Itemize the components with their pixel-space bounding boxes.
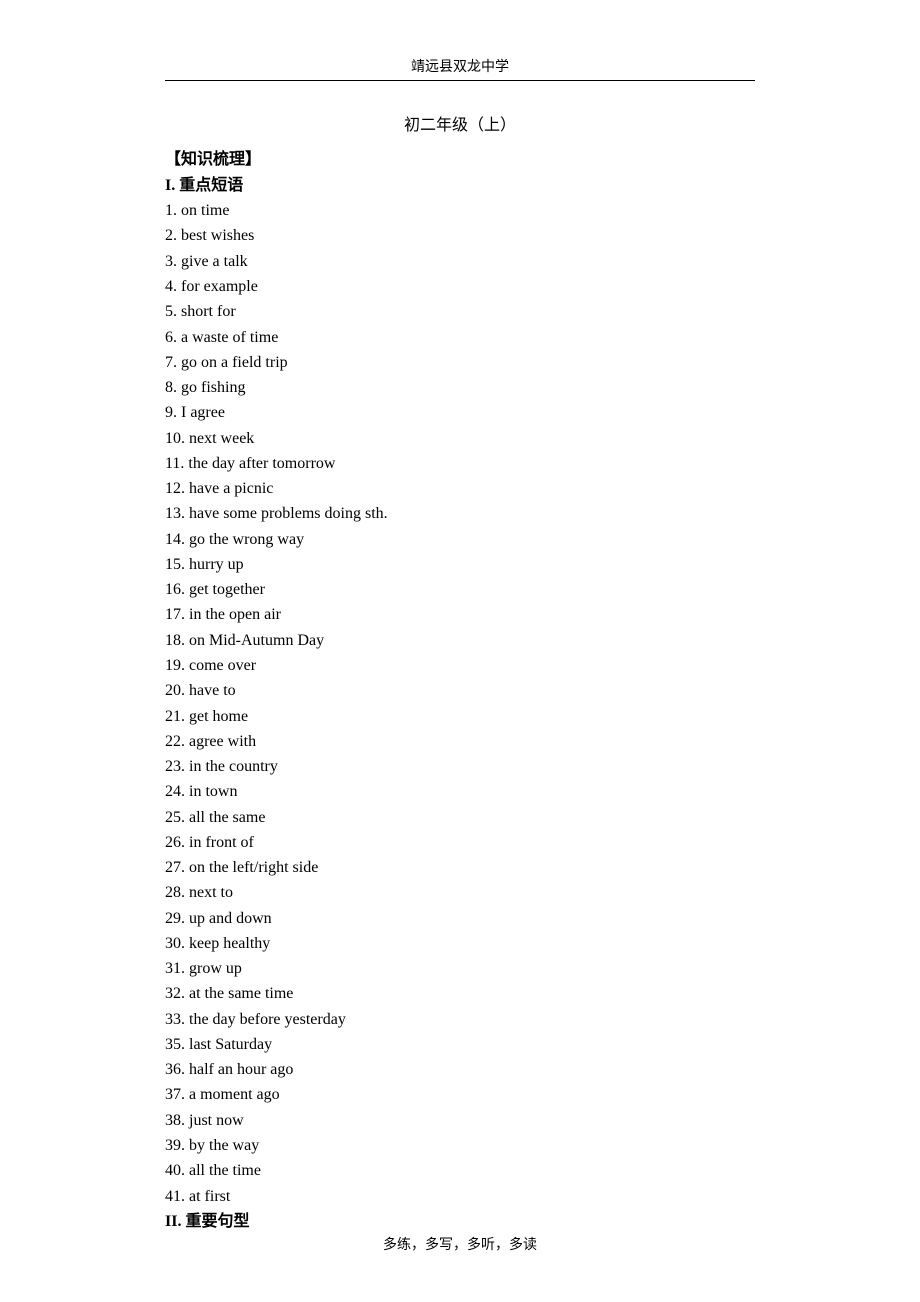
- list-item: 2. best wishes: [165, 223, 755, 248]
- list-item: 26. in front of: [165, 830, 755, 855]
- list-item: 18. on Mid-Autumn Day: [165, 628, 755, 653]
- document-page: 靖远县双龙中学 初二年级（上） 【知识梳理】 I. 重点短语 1. on tim…: [0, 0, 920, 1302]
- list-item: 40. all the time: [165, 1158, 755, 1183]
- list-item: 27. on the left/right side: [165, 855, 755, 880]
- list-item: 4. for example: [165, 274, 755, 299]
- list-item: 3. give a talk: [165, 249, 755, 274]
- list-item: 25. all the same: [165, 805, 755, 830]
- subheading-phrases: I. 重点短语: [165, 173, 755, 199]
- list-item: 1. on time: [165, 198, 755, 223]
- list-item: 24. in town: [165, 779, 755, 804]
- list-item: 8. go fishing: [165, 375, 755, 400]
- list-item: 14. go the wrong way: [165, 527, 755, 552]
- list-item: 7. go on a field trip: [165, 350, 755, 375]
- list-item: 29. up and down: [165, 906, 755, 931]
- list-item: 10. next week: [165, 426, 755, 451]
- list-item: 32. at the same time: [165, 981, 755, 1006]
- content-area: 初二年级（上） 【知识梳理】 I. 重点短语 1. on time 2. bes…: [165, 81, 755, 1234]
- list-item: 9. I agree: [165, 400, 755, 425]
- list-item: 17. in the open air: [165, 602, 755, 627]
- list-item: 6. a waste of time: [165, 325, 755, 350]
- list-item: 16. get together: [165, 577, 755, 602]
- list-item: 5. short for: [165, 299, 755, 324]
- list-item: 30. keep healthy: [165, 931, 755, 956]
- page-header: 靖远县双龙中学: [0, 0, 920, 76]
- list-item: 13. have some problems doing sth.: [165, 501, 755, 526]
- list-item: 23. in the country: [165, 754, 755, 779]
- list-item: 33. the day before yesterday: [165, 1007, 755, 1032]
- list-item: 35. last Saturday: [165, 1032, 755, 1057]
- list-item: 39. by the way: [165, 1133, 755, 1158]
- list-item: 21. get home: [165, 704, 755, 729]
- list-item: 41. at first: [165, 1184, 755, 1209]
- subheading-sentences: II. 重要句型: [165, 1209, 755, 1235]
- list-item: 28. next to: [165, 880, 755, 905]
- list-item: 38. just now: [165, 1108, 755, 1133]
- list-item: 11. the day after tomorrow: [165, 451, 755, 476]
- list-item: 31. grow up: [165, 956, 755, 981]
- document-title: 初二年级（上）: [165, 111, 755, 135]
- section-label: 【知识梳理】: [165, 147, 755, 173]
- list-item: 19. come over: [165, 653, 755, 678]
- list-item: 37. a moment ago: [165, 1082, 755, 1107]
- list-item: 36. half an hour ago: [165, 1057, 755, 1082]
- list-item: 22. agree with: [165, 729, 755, 754]
- page-footer: 多练，多写，多听，多读: [0, 1234, 920, 1254]
- list-item: 12. have a picnic: [165, 476, 755, 501]
- list-item: 20. have to: [165, 678, 755, 703]
- list-item: 15. hurry up: [165, 552, 755, 577]
